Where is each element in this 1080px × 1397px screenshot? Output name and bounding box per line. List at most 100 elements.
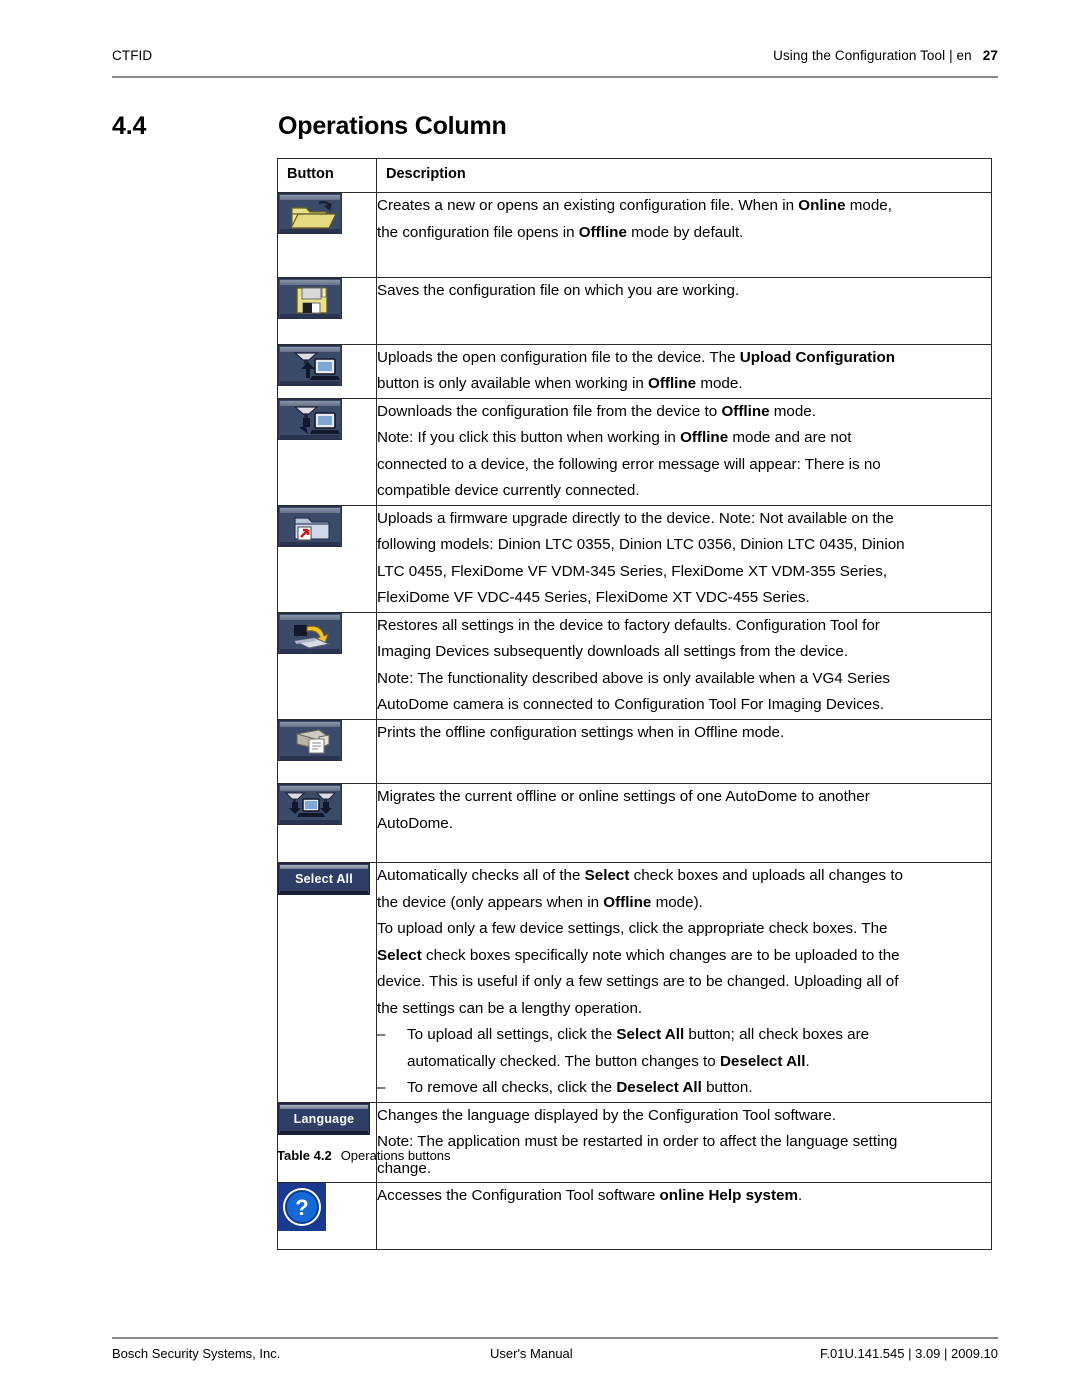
table-row: Downloads the configuration file from th… <box>277 397 992 506</box>
description-cell: Uploads the open configuration file to t… <box>376 343 992 399</box>
language-button[interactable]: Language <box>278 1102 370 1135</box>
page-footer: Bosch Security Systems, Inc. User's Manu… <box>112 1346 998 1361</box>
description-line: Note: If you click this button when work… <box>377 429 852 446</box>
description-line: Saves the configuration file on which yo… <box>377 282 740 299</box>
download-configuration-icon[interactable] <box>278 398 342 440</box>
description-line: Migrates the current offline or online s… <box>377 788 870 805</box>
table-body: Creates a new or opens an existing confi… <box>277 192 992 1250</box>
restore-defaults-icon[interactable] <box>278 612 342 654</box>
table-caption: Table 4.2 Operations buttons <box>277 1148 451 1163</box>
button-cell: ? <box>277 1182 377 1250</box>
language-button-label: Language <box>293 1111 355 1126</box>
bullet-dash <box>377 1049 407 1076</box>
description-cell: Changes the language displayed by the Co… <box>376 1101 992 1183</box>
header-page-number: 27 <box>982 48 998 63</box>
description-line: Downloads the configuration file from th… <box>377 402 816 420</box>
button-cell <box>277 277 377 345</box>
table-caption-text: Operations buttons <box>340 1148 451 1163</box>
table-row: Prints the offline configuration setting… <box>277 718 992 784</box>
table-row: Select All Automatically checks all of th… <box>277 862 992 1103</box>
header-product-name: CTFID <box>112 48 153 63</box>
description-cell: Uploads a firmware upgrade directly to t… <box>376 504 992 613</box>
column-header-button: Button <box>277 158 377 193</box>
running-header: CTFID Using the Configuration Tool | en … <box>112 48 998 63</box>
table-row: Creates a new or opens an existing confi… <box>277 192 992 278</box>
description-line: compatible device currently connected. <box>377 482 640 499</box>
header-divider <box>112 76 998 78</box>
description-line: the configuration file opens in Offline … <box>377 223 744 241</box>
description-line: Imaging Devices subsequently downloads a… <box>377 643 849 660</box>
table-header-row: Button Description <box>277 158 992 193</box>
description-line: Uploads a firmware upgrade directly to t… <box>377 509 894 527</box>
description-cell: Migrates the current offline or online s… <box>376 783 992 863</box>
button-cell <box>277 397 377 506</box>
description-line: Automatically checks all of the Select c… <box>377 867 903 884</box>
description-line: the settings can be a lengthy operation. <box>377 999 643 1017</box>
description-line: Changes the language displayed by the Co… <box>377 1106 837 1124</box>
footer-doc-id: F.01U.141.545 | 3.09 | 2009.10 <box>819 1346 998 1361</box>
print-icon[interactable] <box>278 719 342 761</box>
button-cell: Language <box>277 1101 377 1183</box>
description-cell: Automatically checks all of the Select c… <box>376 862 992 1103</box>
description-bullet: – To upload all settings, click the Selec… <box>377 1022 991 1049</box>
button-cell <box>277 611 377 720</box>
description-line: change. <box>377 1159 432 1177</box>
bullet-dash: – <box>377 1026 386 1043</box>
button-cell <box>277 343 377 399</box>
description-bullet: automatically checked. The button change… <box>377 1049 991 1076</box>
description-line: device. This is useful if only a few set… <box>377 973 899 990</box>
header-chapter-label: Using the Configuration Tool | en <box>773 48 972 63</box>
description-line: Note: The functionality described above … <box>377 669 891 687</box>
help-icon[interactable]: ? <box>278 1183 326 1231</box>
open-file-icon[interactable] <box>278 193 342 234</box>
firmware-upload-icon[interactable] <box>278 505 342 547</box>
description-line: Uploads the open configuration file to t… <box>377 348 896 366</box>
description-cell: Accesses the Configuration Tool software… <box>376 1182 992 1250</box>
description-line: button is only available when working in… <box>377 375 743 392</box>
button-cell: Select All <box>277 862 377 1103</box>
description-line: following models: Dinion LTC 0355, Dinio… <box>377 536 905 553</box>
description-line: connected to a device, the following err… <box>377 455 881 473</box>
description-line: AutoDome camera is connected to Configur… <box>377 696 885 713</box>
description-line: Accesses the Configuration Tool software… <box>377 1187 803 1204</box>
description-line: LTC 0455, FlexiDome VF VDM-345 Series, F… <box>377 562 888 580</box>
table-row: Uploads the open configuration file to t… <box>277 343 992 399</box>
bullet-text: To upload all settings, click the Select… <box>407 1026 870 1043</box>
footer-doc-type: User's Manual <box>490 1346 573 1361</box>
description-line: FlexiDome VF VDC-445 Series, FlexiDome X… <box>377 589 810 606</box>
description-line: Restores all settings in the device to f… <box>377 616 880 634</box>
save-floppy-icon[interactable] <box>278 278 342 319</box>
column-header-description: Description <box>376 158 992 193</box>
upload-configuration-icon[interactable] <box>278 344 342 386</box>
select-all-button-label: Select All <box>295 872 353 886</box>
description-line: Note: The application must be restarted … <box>377 1133 898 1150</box>
header-chapter-info: Using the Configuration Tool | en 27 <box>773 48 998 63</box>
bullet-text: To remove all checks, click the Deselect… <box>407 1079 753 1096</box>
table-row: Migrates the current offline or online s… <box>277 783 992 863</box>
description-line: the device (only appears when in Offline… <box>377 893 703 911</box>
button-cell <box>277 718 377 784</box>
description-line: AutoDome. <box>377 814 453 832</box>
table-row: Uploads a firmware upgrade directly to t… <box>277 504 992 613</box>
section-number: 4.4 <box>112 112 147 140</box>
migrate-settings-icon[interactable] <box>278 784 342 825</box>
description-line: To upload only a few device settings, cl… <box>377 920 888 937</box>
button-cell <box>277 783 377 863</box>
page-title: Operations Column <box>278 112 507 140</box>
document-page: CTFID Using the Configuration Tool | en … <box>0 0 1080 1397</box>
description-line: Creates a new or opens an existing confi… <box>377 197 892 214</box>
table-row: Saves the configuration file on which yo… <box>277 277 992 345</box>
svg-text:?: ? <box>295 1195 308 1220</box>
table-row: Restores all settings in the device to f… <box>277 611 992 720</box>
select-all-button[interactable]: Select All <box>278 863 370 895</box>
operations-table: Button Description Creates a new or open… <box>277 158 992 1250</box>
description-line: Prints the offline configuration setting… <box>377 723 785 741</box>
button-cell <box>277 192 377 278</box>
description-bullet: – To remove all checks, click the Deselec… <box>377 1075 991 1102</box>
table-row: ? Accesses the Configuration Tool softwa… <box>277 1182 992 1250</box>
description-cell: Saves the configuration file on which yo… <box>376 277 992 345</box>
bullet-text: automatically checked. The button change… <box>407 1052 810 1070</box>
description-cell: Creates a new or opens an existing confi… <box>376 192 992 278</box>
footer-divider <box>112 1337 998 1339</box>
description-cell: Restores all settings in the device to f… <box>376 611 992 720</box>
